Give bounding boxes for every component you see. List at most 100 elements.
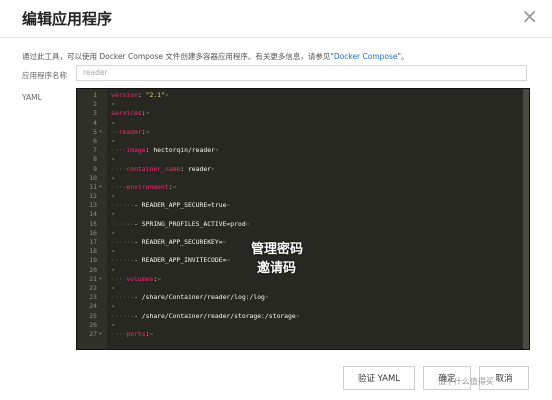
line-number: 7 bbox=[93, 146, 97, 155]
code-line: 4 ¤ bbox=[77, 119, 529, 128]
code-token: ·· bbox=[111, 127, 119, 136]
line-number: 12 bbox=[89, 192, 97, 201]
code-token: ports bbox=[126, 329, 146, 338]
code-line: 16 ¤ bbox=[77, 229, 529, 238]
line-number: 21 bbox=[89, 274, 97, 283]
line-number: 19 bbox=[89, 256, 97, 265]
line-number: 1 bbox=[93, 91, 97, 99]
intro-text-end: "。 bbox=[397, 52, 409, 61]
line-number: 23 bbox=[89, 293, 97, 302]
fold-toggle-icon[interactable]: ▾ bbox=[99, 275, 102, 284]
code-token: reader bbox=[118, 127, 142, 136]
code-token: ······ bbox=[111, 219, 135, 228]
docker-compose-link[interactable]: Docker Compose bbox=[334, 52, 398, 61]
intro-text-body: 通过此工具，可以使用 Docker Compose 文件创建多容器应用程序。有关… bbox=[22, 52, 334, 61]
code-token: ¤ bbox=[245, 219, 250, 228]
code-text: ¤ bbox=[111, 155, 115, 164]
fold-toggle-icon[interactable]: ▾ bbox=[99, 330, 102, 339]
line-number: 9 bbox=[93, 164, 97, 173]
line-number: 13 bbox=[89, 201, 97, 210]
code-token: ¤ bbox=[149, 329, 154, 338]
code-line: 5 ▾ ··reader:¤ bbox=[77, 128, 529, 137]
code-text: ¤ bbox=[111, 247, 115, 256]
code-token: ¤ bbox=[226, 256, 231, 265]
code-line: 25 ······- /share/Container/reader/storag… bbox=[77, 312, 529, 321]
code-text: ······- /share/Container/reader/storage:… bbox=[111, 312, 300, 321]
line-number: 20 bbox=[89, 265, 97, 274]
code-text: ····image: hectorqin/reader¤ bbox=[111, 146, 219, 155]
code-token: ¤ bbox=[111, 155, 115, 164]
code-line: 3 services:¤ bbox=[77, 109, 529, 118]
code-token: - READER_APP_INVITECODE= bbox=[134, 256, 227, 265]
code-line: 22 ¤ bbox=[77, 284, 529, 293]
code-token: - SPRING_PROFILES_ACTIVE=prod bbox=[134, 219, 246, 228]
code-line: 27 ▾ ····ports:¤ bbox=[77, 330, 529, 339]
code-line: 19 ······- READER_APP_INVITECODE=¤ bbox=[77, 256, 529, 265]
code-text: ······- READER_APP_SECUREKEY=¤ bbox=[111, 238, 226, 247]
code-text: ······- READER_APP_INVITECODE=¤ bbox=[111, 256, 230, 265]
app-name-input[interactable]: reader bbox=[76, 65, 527, 81]
code-token: container_name bbox=[126, 164, 181, 173]
code-token: ······ bbox=[111, 293, 135, 302]
code-line: 9 ····container_name: reader¤ bbox=[77, 165, 529, 174]
code-text: ¤ bbox=[111, 302, 115, 311]
code-token: ¤ bbox=[295, 311, 300, 320]
intro-text: 通过此工具，可以使用 Docker Compose 文件创建多容器应用程序。有关… bbox=[22, 51, 408, 62]
code-line: 8 ¤ bbox=[77, 155, 529, 164]
code-token: ¤ bbox=[111, 265, 115, 274]
code-text: ····volumes:¤ bbox=[111, 275, 161, 284]
code-token: ¤ bbox=[145, 127, 150, 136]
line-number: 27 bbox=[89, 329, 97, 338]
code-token: ······ bbox=[111, 201, 135, 210]
line-number: 16 bbox=[89, 228, 97, 237]
code-token: ¤ bbox=[111, 192, 115, 201]
code-token: ¤ bbox=[111, 210, 115, 219]
code-text: ¤ bbox=[111, 100, 115, 109]
code-token: ¤ bbox=[164, 91, 169, 99]
line-number: 5 bbox=[93, 127, 97, 136]
code-text: ¤ bbox=[111, 284, 115, 293]
code-token: ···· bbox=[111, 146, 127, 155]
header-divider bbox=[0, 37, 552, 38]
code-token: ¤ bbox=[214, 146, 219, 155]
line-number: 10 bbox=[89, 173, 97, 182]
line-number: 4 bbox=[93, 118, 97, 127]
code-token: volumes bbox=[126, 274, 154, 283]
line-number: 18 bbox=[89, 247, 97, 256]
code-line: 13 ······- READER_APP_SECURE=true¤ bbox=[77, 201, 529, 210]
close-icon[interactable]: × bbox=[521, 4, 538, 28]
code-token: ···· bbox=[111, 329, 127, 338]
invitecode-annotation: 邀请码 bbox=[257, 261, 297, 276]
line-number: 6 bbox=[93, 136, 97, 145]
code-line: 1 version: "2.1"¤ bbox=[77, 91, 529, 100]
code-token: ¤ bbox=[111, 136, 115, 145]
line-number: 3 bbox=[93, 109, 97, 118]
code-token: ¤ bbox=[264, 293, 269, 302]
code-text: version: "2.1"¤ bbox=[111, 91, 169, 100]
code-text: ······- SPRING_PROFILES_ACTIVE=prod¤ bbox=[111, 220, 250, 229]
code-token: ······ bbox=[111, 256, 135, 265]
line-number: 15 bbox=[89, 219, 97, 228]
fold-toggle-icon[interactable]: ▾ bbox=[99, 128, 102, 137]
code-line: 10 ¤ bbox=[77, 174, 529, 183]
code-line: 11 ▾ ····environment:¤ bbox=[77, 183, 529, 192]
code-token: ¤ bbox=[111, 283, 115, 292]
yaml-label: YAML bbox=[22, 93, 42, 102]
code-line: 24 ¤ bbox=[77, 302, 529, 311]
code-token: ¤ bbox=[111, 320, 115, 329]
validate-yaml-button[interactable]: 验证 YAML bbox=[343, 366, 415, 390]
code-token: version bbox=[111, 91, 138, 99]
editor-scrollbar[interactable] bbox=[523, 89, 529, 349]
code-line: 21 ▾ ····volumes:¤ bbox=[77, 275, 529, 284]
code-token: services bbox=[111, 109, 142, 118]
line-number: 11 bbox=[89, 182, 97, 191]
code-token: image bbox=[126, 146, 146, 155]
code-token: ¤ bbox=[111, 302, 115, 311]
code-text: ¤ bbox=[111, 210, 115, 219]
line-number: 8 bbox=[93, 155, 97, 164]
code-text: ¤ bbox=[111, 119, 115, 128]
code-line: 23 ······- /share/Container/reader/log:/l… bbox=[77, 293, 529, 302]
fold-toggle-icon[interactable]: ▾ bbox=[99, 183, 102, 192]
securekey-annotation: 管理密码 bbox=[251, 242, 304, 257]
yaml-editor[interactable]: 1 version: "2.1"¤ 2 ¤ 3 services:¤ 4 ¤ 5 ▾ ··reade… bbox=[76, 88, 530, 350]
